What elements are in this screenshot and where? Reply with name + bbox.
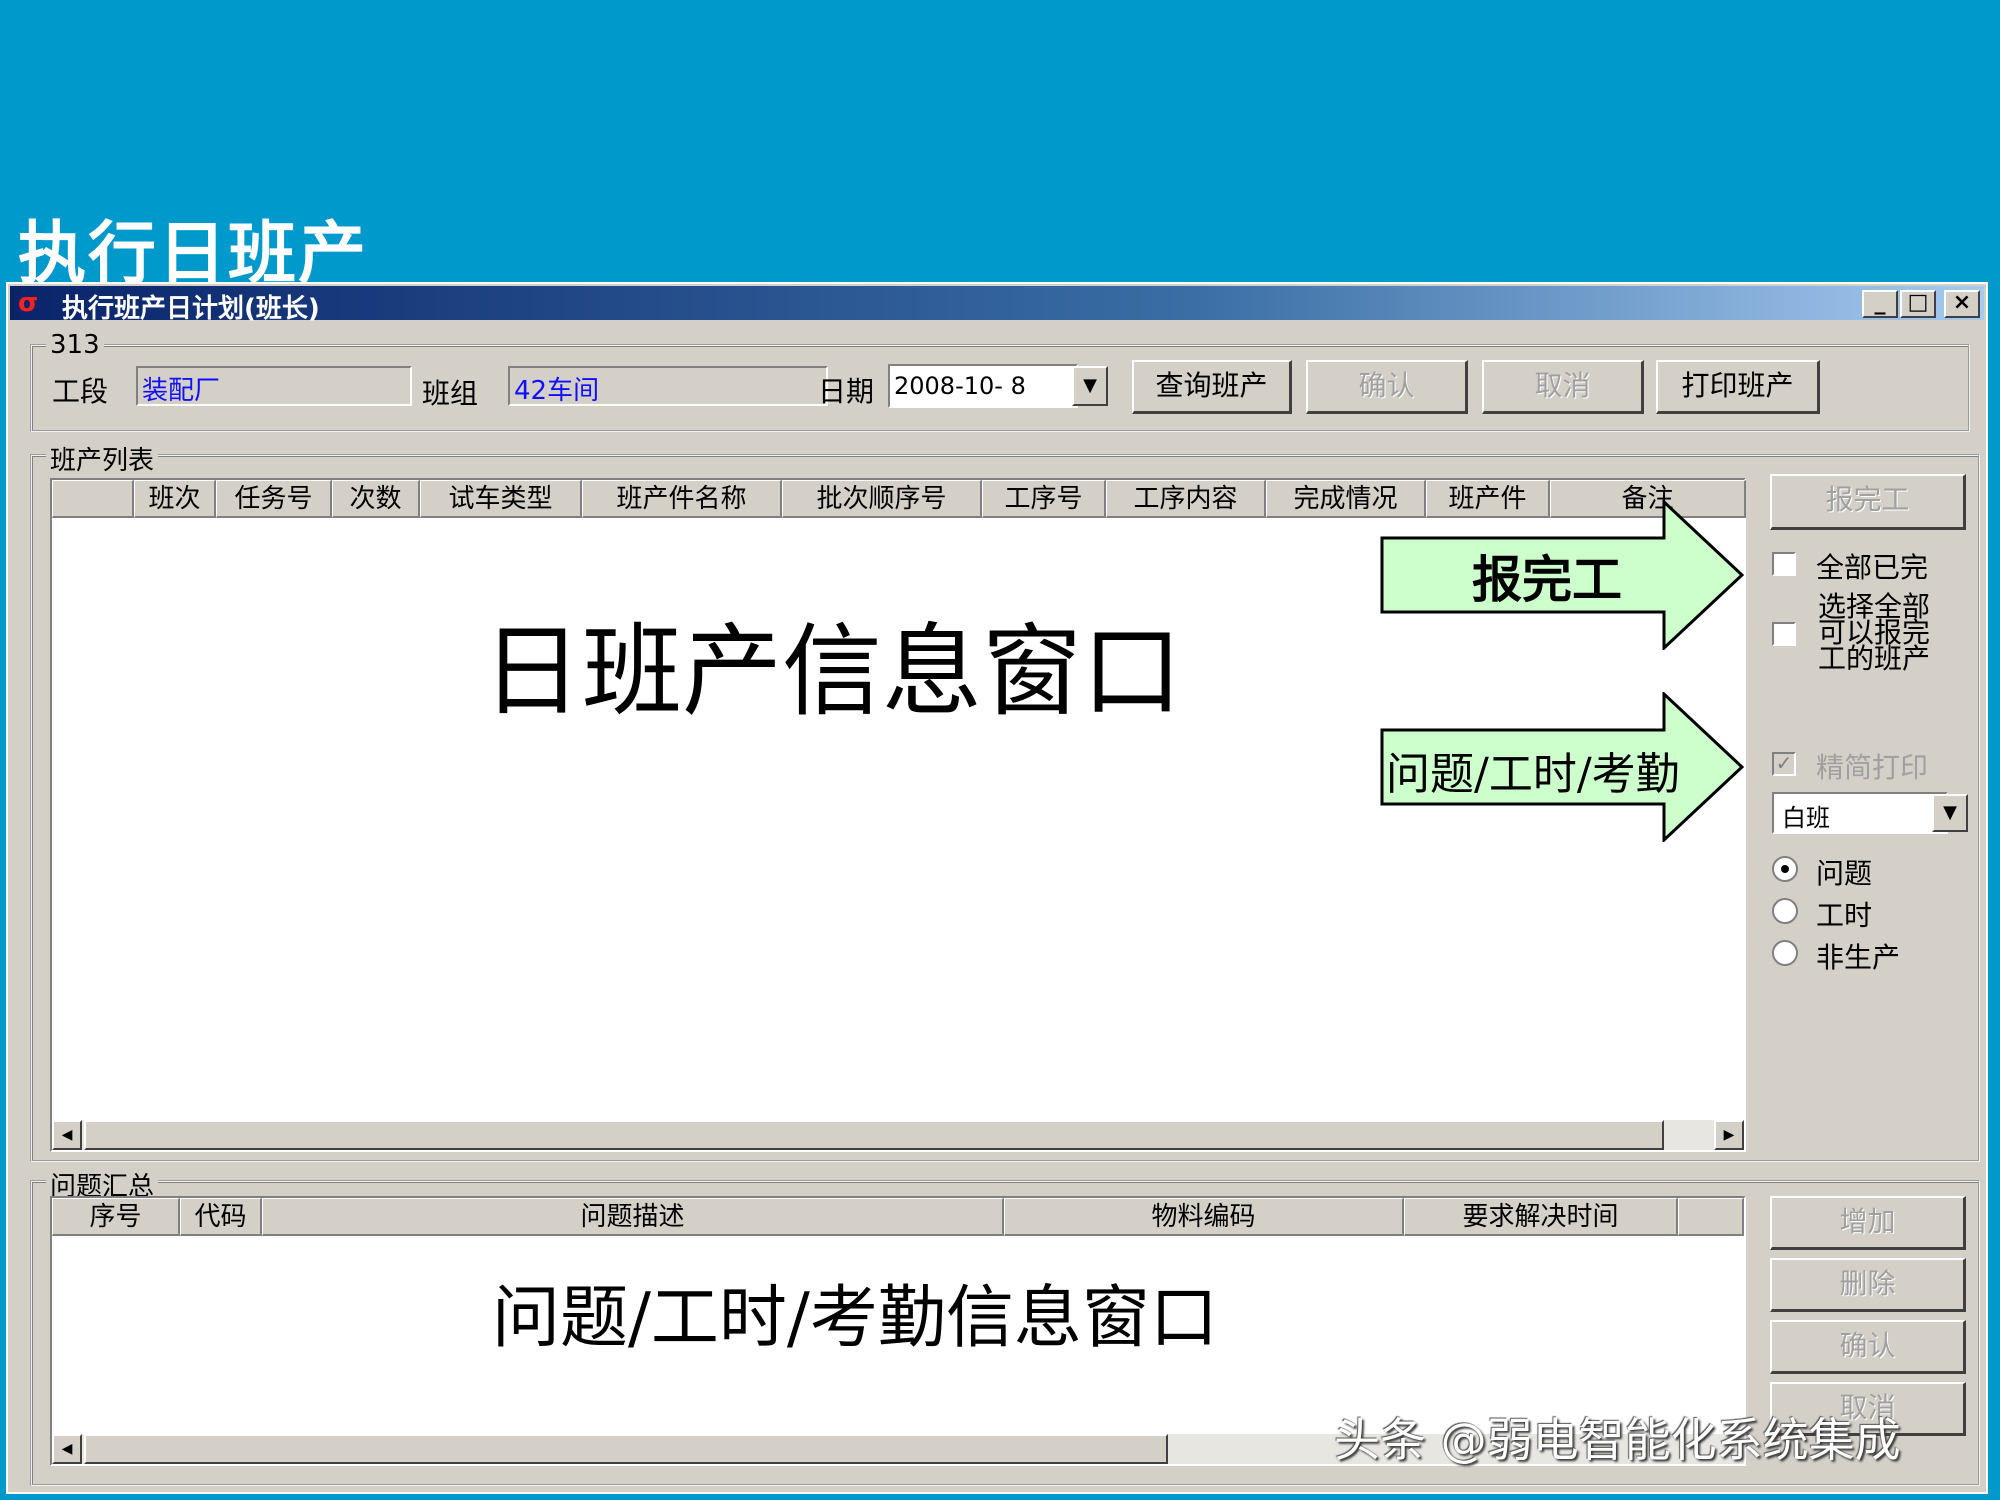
shift-grid[interactable]: 班次 任务号 次数 试车类型 班产件名称 批次顺序号 工序号 工序内容 完成情况… — [50, 478, 1746, 1152]
print-button[interactable]: 打印班产 — [1656, 360, 1820, 414]
report-complete-button[interactable]: 报完工 — [1770, 474, 1966, 530]
radio-hours[interactable] — [1772, 898, 1798, 924]
scroll-thumb[interactable] — [84, 1120, 1664, 1150]
app-icon: σ — [18, 288, 39, 318]
column-header[interactable]: 工序内容 — [1106, 480, 1266, 518]
minimize-button[interactable]: _ — [1862, 290, 1898, 318]
column-header[interactable]: 班产件名称 — [582, 480, 782, 518]
shift-select[interactable]: 白班 — [1772, 792, 1948, 834]
shift-grid-placeholder: 日班产信息窗口 — [482, 613, 1182, 730]
radio-nonproduction-label: 非生产 — [1816, 941, 1901, 974]
scroll-left-button[interactable]: ◀ — [52, 1434, 82, 1464]
radio-issue[interactable] — [1772, 856, 1798, 882]
shift-list-group: 班产列表 班次 任务号 次数 试车类型 班产件名称 批次顺序号 工序号 工序内容… — [30, 440, 1980, 1162]
query-group: 313 工段 装配厂 班组 42车间 日期 2008-10- 8 ▼ 查询班产 … — [30, 330, 1970, 432]
team-label: 班组 — [422, 377, 479, 410]
issue-arrow-label: 问题/工时/考勤 — [1386, 749, 1680, 800]
radio-nonproduction[interactable] — [1772, 940, 1798, 966]
column-header[interactable]: 物料编码 — [1004, 1198, 1404, 1236]
scroll-thumb[interactable] — [84, 1434, 1168, 1464]
simple-print-label: 精简打印 — [1816, 751, 1929, 784]
select-all-checkbox[interactable] — [1772, 622, 1796, 646]
column-header[interactable]: 任务号 — [216, 480, 332, 518]
shift-select-dropdown[interactable]: ▼ — [1932, 794, 1968, 832]
column-header[interactable]: 代码 — [180, 1198, 262, 1236]
scroll-right-button[interactable]: ▶ — [1714, 1120, 1744, 1150]
issue-grid-placeholder: 问题/工时/考勤信息窗口 — [492, 1279, 1218, 1358]
cancel-button[interactable]: 取消 — [1482, 360, 1644, 414]
section-label: 工段 — [52, 375, 109, 408]
simple-print-checkbox[interactable]: ✓ — [1772, 752, 1796, 776]
column-header[interactable] — [1678, 1198, 1744, 1236]
shift-grid-hscroll[interactable]: ◀ ▶ — [52, 1120, 1744, 1150]
close-button[interactable]: × — [1944, 290, 1980, 318]
confirm-button[interactable]: 确认 — [1306, 360, 1468, 414]
scroll-left-button[interactable]: ◀ — [52, 1120, 82, 1150]
maximize-button[interactable]: □ — [1900, 290, 1936, 318]
radio-hours-label: 工时 — [1816, 899, 1873, 932]
query-button[interactable]: 查询班产 — [1132, 360, 1292, 414]
add-button[interactable]: 增加 — [1770, 1196, 1966, 1250]
date-label: 日期 — [818, 375, 875, 408]
column-header[interactable]: 要求解决时间 — [1404, 1198, 1678, 1236]
report-arrow-label: 报完工 — [1472, 551, 1622, 609]
radio-issue-label: 问题 — [1816, 857, 1873, 890]
watermark: 头条 @弱电智能化系统集成 — [1334, 1413, 1901, 1467]
column-header[interactable]: 工序号 — [982, 480, 1106, 518]
date-field[interactable]: 2008-10- 8 — [888, 364, 1078, 408]
column-header[interactable]: 次数 — [332, 480, 420, 518]
delete-button[interactable]: 删除 — [1770, 1258, 1966, 1312]
issue-confirm-button[interactable]: 确认 — [1770, 1320, 1966, 1374]
shift-list-legend: 班产列表 — [46, 440, 159, 477]
window-title: 执行班产日计划(班长) — [62, 294, 320, 324]
select-all-label-3: 工的班产 — [1818, 642, 1931, 675]
column-header[interactable]: 问题描述 — [262, 1198, 1004, 1236]
app-window: σ 执行班产日计划(班长) _ □ × 313 工段 装配厂 班组 42车间 日… — [6, 282, 1988, 1494]
section-field[interactable]: 装配厂 — [136, 366, 412, 406]
team-field[interactable]: 42车间 — [508, 366, 828, 406]
column-header[interactable]: 序号 — [52, 1198, 180, 1236]
column-header[interactable]: 试车类型 — [420, 480, 582, 518]
all-done-checkbox[interactable] — [1772, 552, 1796, 576]
title-bar: σ 执行班产日计划(班长) _ □ × — [10, 286, 1984, 324]
column-header[interactable]: 批次顺序号 — [782, 480, 982, 518]
date-dropdown-button[interactable]: ▼ — [1072, 366, 1108, 406]
query-group-legend: 313 — [46, 330, 104, 360]
column-header[interactable]: 班次 — [134, 480, 216, 518]
issue-grid-header: 序号 代码 问题描述 物料编码 要求解决时间 — [52, 1198, 1744, 1238]
all-done-label: 全部已完 — [1816, 551, 1929, 584]
column-header[interactable] — [52, 480, 134, 518]
